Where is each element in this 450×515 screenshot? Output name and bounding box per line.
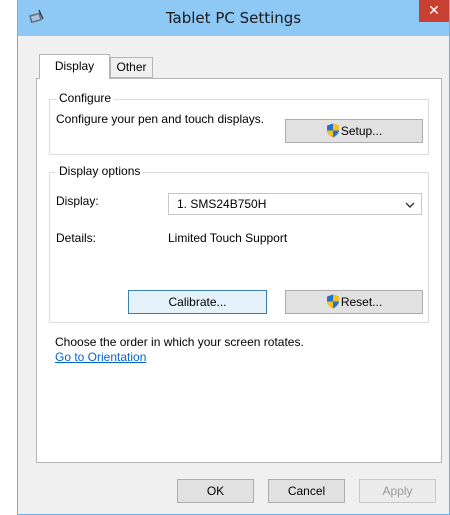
display-select[interactable]: 1. SMS24B750H	[168, 193, 422, 215]
setup-button[interactable]: Setup...	[285, 119, 423, 143]
close-icon: ✕	[428, 3, 440, 19]
display-options-group-label: Display options	[56, 164, 144, 178]
chevron-down-icon	[405, 195, 415, 222]
calibrate-button[interactable]: Calibrate...	[128, 290, 267, 314]
uac-shield-icon	[326, 294, 339, 309]
details-value: Limited Touch Support	[168, 231, 288, 245]
setup-button-label: Setup...	[340, 124, 383, 138]
reset-button[interactable]: Reset...	[285, 290, 423, 314]
close-button[interactable]: ✕	[419, 0, 449, 22]
orientation-description: Choose the order in which your screen ro…	[55, 335, 304, 349]
ok-button[interactable]: OK	[177, 479, 254, 503]
configure-group: Configure Configure your pen and touch d…	[49, 91, 429, 155]
tablet-pc-settings-window: Tablet PC Settings ✕ Display Other Confi…	[17, 0, 450, 515]
display-label: Display:	[56, 194, 99, 208]
tab-display[interactable]: Display	[39, 54, 110, 79]
configure-group-label: Configure	[56, 91, 115, 105]
reset-button-label: Reset...	[340, 295, 383, 309]
window-title: Tablet PC Settings	[165, 9, 302, 27]
uac-shield-icon	[326, 123, 339, 138]
title-bar[interactable]: Tablet PC Settings ✕	[18, 0, 449, 36]
apply-button[interactable]: Apply	[359, 479, 436, 503]
configure-description: Configure your pen and touch displays.	[56, 112, 265, 126]
go-to-orientation-link[interactable]: Go to Orientation	[55, 350, 146, 364]
cancel-button[interactable]: Cancel	[268, 479, 345, 503]
tab-other[interactable]: Other	[110, 57, 153, 78]
display-options-group: Display options Display: 1. SMS24B750H D…	[49, 164, 429, 323]
display-tab-panel: Configure Configure your pen and touch d…	[36, 78, 442, 463]
details-label: Details:	[56, 231, 97, 245]
display-select-value: 1. SMS24B750H	[177, 197, 267, 211]
